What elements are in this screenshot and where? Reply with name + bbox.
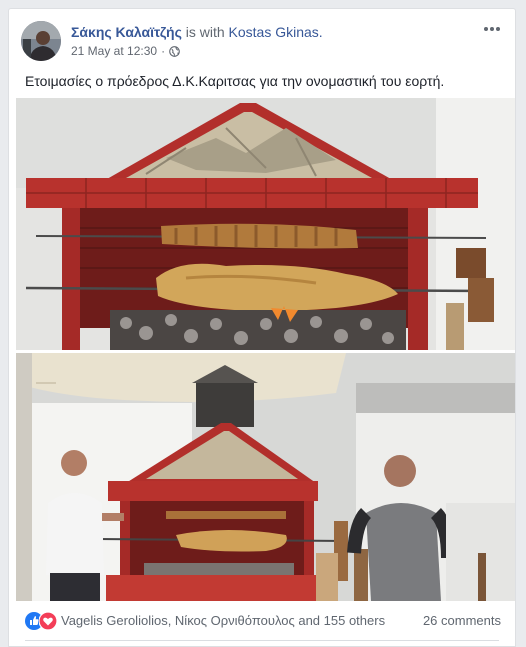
avatar[interactable] [21, 21, 61, 61]
author-name-link[interactable]: Σάκης Καλαϊτζής [71, 24, 182, 40]
reaction-icons[interactable] [25, 611, 61, 631]
post-footer: Vagelis Geroliolios, Νίκος Ορνιθόπουλος … [21, 609, 503, 633]
post-photo-1[interactable] [16, 98, 515, 350]
post-timestamp[interactable]: 21 May at 12:30 [71, 44, 157, 58]
with-text: is with [185, 24, 225, 40]
post-photo-2[interactable] [16, 353, 515, 601]
footer-divider [25, 640, 499, 641]
post-card: Σάκης Καλαϊτζής is with Kostas Gkinas. 2… [8, 8, 516, 647]
post-caption: Ετοιμασίες ο πρόεδρος Δ.Κ.Καριτσας για τ… [25, 73, 445, 89]
comments-count[interactable]: 26 comments [423, 613, 501, 628]
likers-text[interactable]: Vagelis Geroliolios, Νίκος Ορνιθόπουλος … [61, 613, 385, 628]
love-icon [38, 611, 58, 631]
more-dot [496, 27, 500, 31]
globe-icon[interactable] [169, 45, 180, 57]
post-meta: 21 May at 12:30 · [71, 44, 180, 58]
tagged-user-link[interactable]: Kostas Gkinas. [229, 24, 323, 40]
post-header: Σάκης Καλαϊτζής is with Kostas Gkinas. 2… [21, 21, 503, 63]
more-dot [490, 27, 494, 31]
more-dot [484, 27, 488, 31]
post-author-line: Σάκης Καλαϊτζής is with Kostas Gkinas. [71, 24, 323, 40]
meta-separator: · [161, 44, 166, 58]
more-options-button[interactable] [481, 21, 503, 37]
